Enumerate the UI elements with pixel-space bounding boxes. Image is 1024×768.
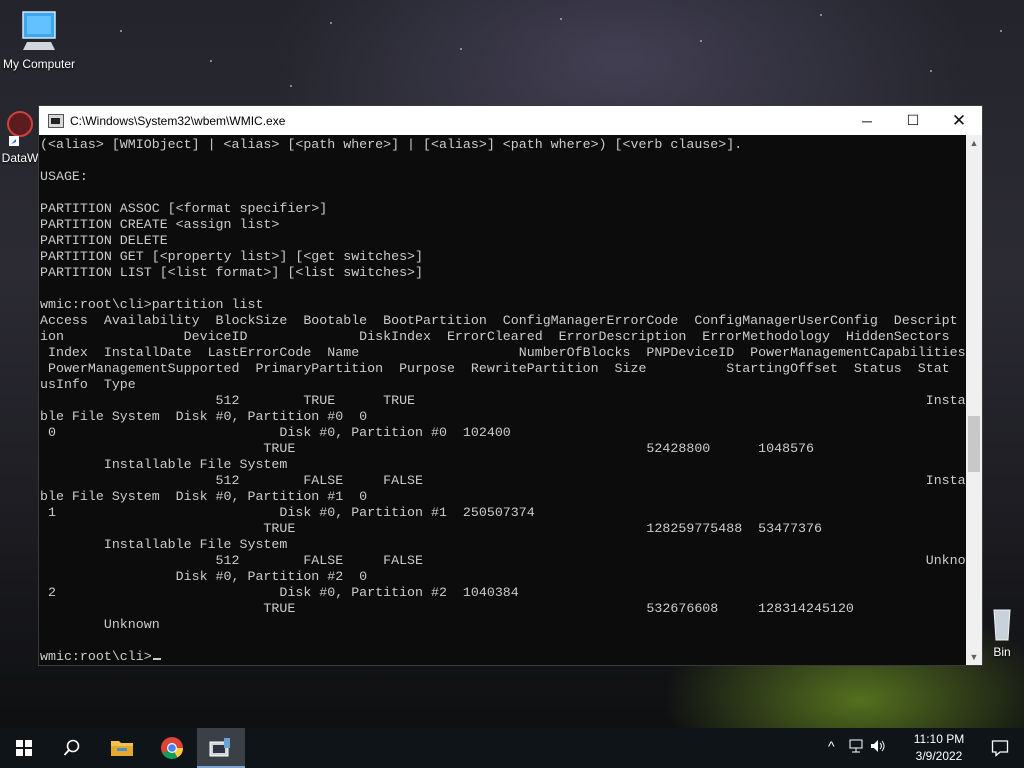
notification-icon [991, 740, 1009, 757]
start-button[interactable] [0, 728, 48, 768]
console-line: Installable File System [40, 457, 288, 472]
system-tray: ^ 11:10 PM 3/9/2022 [824, 728, 1024, 768]
computer-icon [22, 11, 56, 50]
desktop-icon-label: DataW [1, 151, 39, 165]
console-line: (<alias> [WMIObject] | <alias> [<path wh… [40, 137, 743, 152]
console-line: PARTITION ASSOC [<format specifier>] [40, 201, 328, 216]
desktop-icon-my-computer[interactable]: My Computer [0, 10, 78, 71]
wmic-taskbar-button[interactable] [197, 728, 245, 768]
clock[interactable]: 11:10 PM 3/9/2022 [911, 731, 967, 765]
console-line: TRUE 532676608 128314245120 [40, 601, 854, 616]
console-line: Installable File System [40, 537, 288, 552]
clock-date: 3/9/2022 [915, 749, 963, 763]
chrome-button[interactable] [148, 728, 196, 768]
console-line: 512 FALSE FALSE Installa [40, 473, 967, 488]
console-line: 1 Disk #0, Partition #1 250507374 [40, 505, 535, 520]
console-window[interactable]: C:\Windows\System32\wbem\WMIC.exe ─ ☐ ✕ … [38, 105, 983, 666]
scroll-down-arrow-icon[interactable]: ▼ [966, 649, 982, 665]
console-line: Access Availability BlockSize Bootable B… [40, 313, 958, 328]
maximize-button[interactable]: ☐ [890, 106, 936, 135]
app-shortcut-icon [7, 111, 33, 146]
console-prompt-line[interactable]: wmic:root\cli> [40, 649, 161, 665]
wmic-app-icon [209, 738, 230, 757]
console-line: PARTITION GET [<property list>] [<get sw… [40, 249, 424, 264]
window-title: C:\Windows\System32\wbem\WMIC.exe [70, 113, 286, 128]
console-line: ion DeviceID DiskIndex ErrorCleared Erro… [40, 329, 950, 344]
console-line: ble File System Disk #0, Partition #0 0 [40, 409, 368, 424]
network-icon[interactable] [849, 738, 865, 757]
search-icon [63, 739, 80, 756]
console-line: 512 FALSE FALSE Unknown [40, 553, 967, 568]
scroll-up-arrow-icon[interactable]: ▲ [966, 135, 982, 151]
folder-icon [111, 741, 133, 756]
text-cursor [152, 658, 161, 660]
chrome-icon [161, 737, 183, 759]
windows-logo-icon [16, 740, 32, 756]
console-line: TRUE 52428800 1048576 [40, 441, 815, 456]
search-button[interactable] [48, 728, 96, 768]
console-line: PARTITION DELETE [40, 233, 168, 248]
console-line: 2 Disk #0, Partition #2 1040384 [40, 585, 519, 600]
console-line: ble File System Disk #0, Partition #1 0 [40, 489, 368, 504]
console-prompt: wmic:root\cli> [40, 649, 152, 664]
console-line: PARTITION LIST [<list format>] [<list sw… [40, 265, 424, 280]
action-center-button[interactable] [976, 728, 1024, 768]
scrollbar-thumb[interactable] [968, 416, 980, 472]
desktop-icon-label: My Computer [2, 57, 76, 71]
minimize-button[interactable]: ─ [844, 106, 890, 135]
console-line: wmic:root\cli>partition list [40, 297, 264, 312]
desktop-icon-recycle-bin[interactable]: Bin [980, 606, 1024, 659]
console-line: 512 TRUE TRUE Installa [40, 393, 967, 408]
clock-time: 11:10 PM [913, 732, 965, 746]
console-line: usInfo Type [40, 377, 136, 392]
console-line: USAGE: [40, 169, 88, 184]
console-line: Disk #0, Partition #2 0 [40, 569, 368, 584]
taskbar: ^ 11:10 PM 3/9/2022 [0, 728, 1024, 768]
console-app-icon [48, 113, 64, 128]
title-bar[interactable]: C:\Windows\System32\wbem\WMIC.exe ─ ☐ ✕ [39, 106, 982, 135]
console-line: 0 Disk #0, Partition #0 102400 [40, 425, 511, 440]
console-line: PowerManagementSupported PrimaryPartitio… [40, 361, 950, 376]
volume-icon[interactable] [870, 738, 886, 757]
recycle-bin-icon [993, 609, 1011, 641]
chevron-up-icon[interactable]: ^ [828, 738, 835, 754]
console-line: PARTITION CREATE <assign list> [40, 217, 280, 232]
desktop-icon-dataw[interactable]: DataW [0, 108, 40, 165]
console-line: TRUE 128259775488 53477376 [40, 521, 822, 536]
vertical-scrollbar[interactable]: ▲ ▼ [966, 135, 982, 665]
console-output[interactable]: (<alias> [WMIObject] | <alias> [<path wh… [39, 135, 967, 665]
close-button[interactable]: ✕ [936, 106, 982, 135]
console-line: Index InstallDate LastErrorCode Name Num… [40, 345, 966, 360]
file-explorer-button[interactable] [98, 728, 146, 768]
desktop-icon-label: Bin [993, 645, 1011, 659]
console-line: Unknown [40, 617, 160, 632]
